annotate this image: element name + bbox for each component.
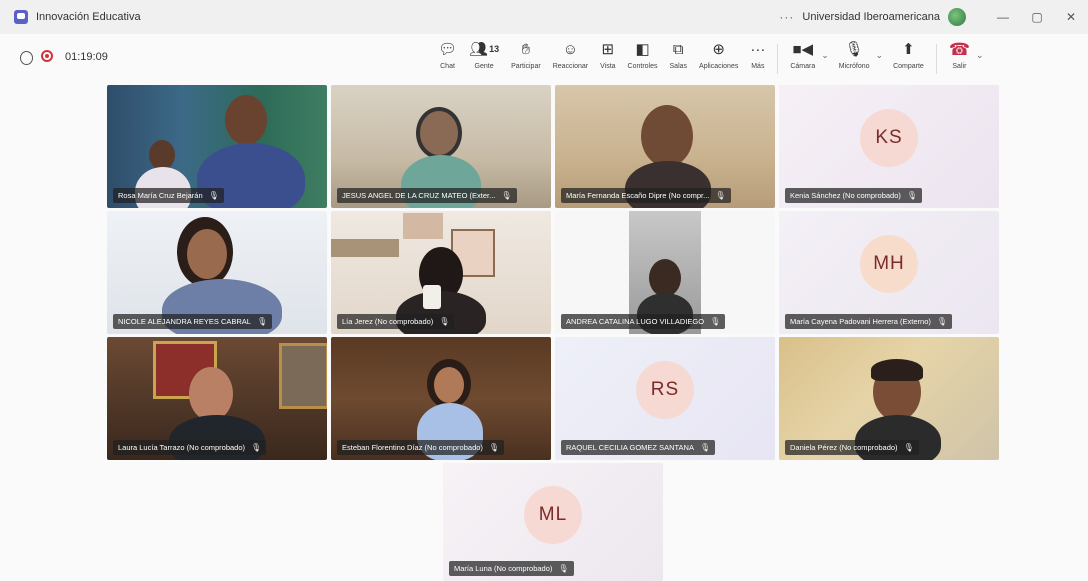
participant-tile[interactable]: RS RAQUEL CECILIA GOMEZ SANTANA 🎙︎ xyxy=(555,337,775,460)
participant-name: María Luna (No comprobado) 🎙︎ xyxy=(449,561,574,576)
participant-tile[interactable]: JESUS ANGEL DE LA CRUZ MATEO (Exter... 🎙︎ xyxy=(331,85,551,208)
participant-tile[interactable]: Daniela Pérez (No comprobado) 🎙︎ xyxy=(779,337,999,460)
shield-icon[interactable] xyxy=(20,51,33,65)
people-count: 13 xyxy=(489,43,500,54)
restore-button[interactable]: ▢ xyxy=(1020,10,1054,24)
participant-tile[interactable]: KS Kenia Sánchez (No comprobado) 🎙︎ xyxy=(779,85,999,208)
mic-options-chevron-icon[interactable]: ⌄ xyxy=(876,50,884,61)
react-button[interactable]: ☺ Reaccionar xyxy=(553,38,588,71)
rooms-button[interactable]: ⧉ Salas xyxy=(670,38,688,71)
window-title: Innovación Educativa xyxy=(36,11,141,23)
chat-icon: 💬︎ xyxy=(438,40,458,58)
mic-muted-icon: 🎙︎ xyxy=(256,317,268,326)
share-button[interactable]: ⬆︎ Comparte xyxy=(893,38,924,71)
participant-name: Daniela Pérez (No comprobado) 🎙︎ xyxy=(785,440,919,455)
more-icon[interactable]: ··· xyxy=(779,10,794,24)
apps-button[interactable]: ⊕ Aplicaciones xyxy=(699,38,738,71)
smiley-icon: ☺ xyxy=(562,40,579,58)
participant-tile[interactable]: María Fernanda Escaño Dipre (No compr...… xyxy=(555,85,775,208)
participant-tile[interactable]: ANDREA CATALINA LUGO VILLADIEGO 🎙︎ xyxy=(555,211,775,334)
participant-tile[interactable]: ML María Luna (No comprobado) 🎙︎ xyxy=(443,463,663,581)
add-app-icon: ⊕ xyxy=(712,40,725,58)
rooms-icon: ⧉ xyxy=(672,40,684,58)
meeting-timer: 01:19:09 xyxy=(65,51,108,63)
mic-muted-icon: 🎙︎ xyxy=(715,191,726,200)
video-grid: Rosa María Cruz Bejarán 🎙︎ JESUS ANGEL DE… xyxy=(0,82,1088,581)
participant-name: Lía Jerez (No comprobado) 🎙︎ xyxy=(337,314,455,329)
chat-button[interactable]: 💬︎ Chat xyxy=(438,38,458,71)
participant-tile[interactable]: Rosa María Cruz Bejarán 🎙︎ xyxy=(107,85,327,208)
participant-name: Esteban Florentino Díaz (No comprobado) 🎙… xyxy=(337,440,505,455)
title-bar: Innovación Educativa ··· Universidad Ibe… xyxy=(0,0,1088,34)
participant-video xyxy=(416,107,462,159)
participant-name: Rosa María Cruz Bejarán 🎙︎ xyxy=(113,188,224,203)
hand-icon: ✋︎ xyxy=(521,40,531,58)
participant-avatar: RS xyxy=(636,360,694,419)
controls-icon: ◧ xyxy=(635,40,650,58)
mic-muted-icon: 🎙︎ xyxy=(251,443,262,452)
meeting-toolbar: 01:19:09 💬︎ Chat 👥︎ 13 Gente ✋︎ Participa… xyxy=(0,34,1088,83)
mic-muted-icon: 🎙︎ xyxy=(903,443,914,452)
participant-name: Kenia Sánchez (No comprobado) 🎙︎ xyxy=(785,188,923,203)
divider xyxy=(777,44,779,74)
participant-name: María Cayena Padovani Herrera (Externo) 🎙… xyxy=(785,314,953,329)
participant-avatar: ML xyxy=(524,486,582,544)
participant-tile[interactable]: NICOLE ALEJANDRA REYES CABRAL 🎙︎ xyxy=(107,211,327,334)
participant-avatar: KS xyxy=(860,108,918,167)
participant-name: ANDREA CATALINA LUGO VILLADIEGO 🎙︎ xyxy=(561,314,726,329)
mic-muted-icon: 🎙︎ xyxy=(936,317,948,326)
recording-icon xyxy=(41,50,53,62)
mic-muted-icon: 🎙︎ xyxy=(558,564,569,573)
people-icon: 👥︎ 13 xyxy=(469,40,500,58)
mic-muted-icon: 🎙︎ xyxy=(208,191,219,200)
close-button[interactable]: ✕ xyxy=(1054,10,1088,24)
microphone-icon: 🎙︎ xyxy=(844,40,864,58)
profile-avatar[interactable] xyxy=(948,8,966,26)
participant-tile[interactable]: Laura Lucía Tarrazo (No comprobado) 🎙︎ xyxy=(107,337,327,460)
participant-name: RAQUEL CECILIA GOMEZ SANTANA 🎙︎ xyxy=(561,440,716,455)
participant-tile[interactable]: MH María Cayena Padovani Herrera (Extern… xyxy=(779,211,999,334)
more-button[interactable]: ··· Más xyxy=(750,38,766,71)
participant-tile[interactable]: Esteban Florentino Díaz (No comprobado) 🎙… xyxy=(331,337,551,460)
mic-muted-icon: 🎙︎ xyxy=(710,317,721,326)
view-button[interactable]: ⊞ Vista xyxy=(600,38,615,71)
people-button[interactable]: 👥︎ 13 Gente xyxy=(469,38,500,71)
mic-muted-icon: 🎙︎ xyxy=(439,317,450,326)
camera-options-chevron-icon[interactable]: ⌄ xyxy=(821,50,829,61)
share-icon: ⬆︎ xyxy=(902,40,915,58)
participant-name: NICOLE ALEJANDRA REYES CABRAL 🎙︎ xyxy=(113,314,273,329)
ellipsis-icon: ··· xyxy=(750,40,766,58)
grid-icon: ⊞ xyxy=(601,40,615,58)
participant-video xyxy=(189,367,233,421)
divider xyxy=(935,44,937,74)
camera-icon: ■◀︎ xyxy=(792,40,814,58)
mic-muted-icon: 🎙︎ xyxy=(906,191,918,200)
participant-name: Laura Lucía Tarrazo (No comprobado) 🎙︎ xyxy=(113,440,267,455)
mic-button[interactable]: 🎙︎ Micrófono xyxy=(839,38,870,71)
participant-video xyxy=(149,140,175,170)
leave-button[interactable]: ☎︎ Salir xyxy=(948,38,970,71)
mic-muted-icon: 🎙︎ xyxy=(488,443,500,452)
teams-icon xyxy=(14,10,28,24)
controls-button[interactable]: ◧ Controles xyxy=(628,38,658,71)
mic-muted-icon: 🎙︎ xyxy=(501,191,512,200)
participant-name: María Fernanda Escaño Dipre (No compr...… xyxy=(561,188,731,203)
leave-options-chevron-icon[interactable]: ⌄ xyxy=(976,50,984,61)
hang-up-icon: ☎︎ xyxy=(948,39,970,59)
org-name[interactable]: Universidad Iberoamericana xyxy=(802,11,940,23)
participant-name: JESUS ANGEL DE LA CRUZ MATEO (Exter... 🎙︎ xyxy=(337,188,517,203)
minimize-button[interactable]: — xyxy=(986,10,1020,24)
participant-tile[interactable]: Lía Jerez (No comprobado) 🎙︎ xyxy=(331,211,551,334)
participant-avatar: MH xyxy=(860,234,918,293)
camera-button[interactable]: ■◀︎ Cámara xyxy=(790,38,815,71)
raise-hand-button[interactable]: ✋︎ Participar xyxy=(511,38,541,71)
participant-video xyxy=(641,105,693,167)
mic-muted-icon: 🎙︎ xyxy=(699,443,711,452)
